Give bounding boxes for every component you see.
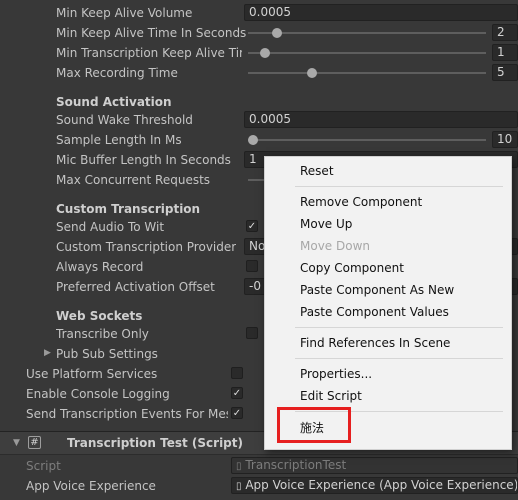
menu-item-find-references[interactable]: Find References In Scene [300,336,450,350]
row-min-transcription-keep-alive: Min Transcription Keep Alive Time 1 [0,43,518,63]
menu-item-edit-script[interactable]: Edit Script [300,389,362,403]
label-script: Script [26,459,61,473]
menu-separator [295,186,503,187]
label-send-transcription-events: Send Transcription Events For Mess [26,407,228,421]
header-web-sockets: Web Sockets [56,309,143,323]
section-sound-activation: Sound Activation [0,92,518,112]
row-sound-wake-threshold: Sound Wake Threshold 0.0005 [0,110,518,130]
header-custom-transcription: Custom Transcription [56,202,201,216]
slider-track [248,32,486,34]
row-max-recording-time: Max Recording Time 5 [0,63,518,83]
label-enable-console-logging: Enable Console Logging [26,387,170,401]
sound-wake-threshold-field[interactable]: 0.0005 [244,111,518,128]
slider-track [248,139,486,141]
label-min-keep-alive-time: Min Keep Alive Time In Seconds [56,26,247,40]
script-file-icon: ▯ [236,461,242,472]
row-script: Script ▯ TranscriptionTest [0,456,518,476]
label-transcribe-only: Transcribe Only [56,327,149,341]
slider-track [248,72,486,74]
always-record-checkbox[interactable] [246,260,258,272]
app-voice-experience-value: App Voice Experience (App Voice Experien… [245,478,518,492]
script-icon: # [28,436,41,449]
row-sample-length: Sample Length In Ms 10 [0,130,518,150]
sample-length-field[interactable]: 10 [492,131,518,148]
label-sample-length: Sample Length In Ms [56,133,182,147]
slider-thumb[interactable] [247,135,258,145]
label-custom-transcription-provider: Custom Transcription Provider [56,240,237,254]
slider-thumb[interactable] [307,68,318,78]
label-always-record: Always Record [56,260,144,274]
min-keep-alive-volume-field[interactable]: 0.0005 [244,4,518,21]
row-min-keep-alive-time: Min Keep Alive Time In Seconds 2 [0,23,518,43]
label-max-concurrent-requests: Max Concurrent Requests [56,173,211,187]
label-use-platform-services: Use Platform Services [26,367,158,381]
foldout-arrow-icon[interactable]: ▶ [44,348,51,358]
menu-separator [295,327,503,328]
script-field: ▯ TranscriptionTest [231,457,518,474]
row-min-keep-alive-volume: Min Keep Alive Volume 0.0005 [0,3,518,23]
red-highlight-box [277,407,351,443]
menu-separator [295,358,503,359]
label-app-voice-experience: App Voice Experience [26,479,156,493]
label-send-audio-to-wit: Send Audio To Wit [56,220,165,234]
enable-console-logging-checkbox[interactable]: ✓ [231,387,243,399]
label-min-transcription-keep-alive: Min Transcription Keep Alive Time [56,46,242,60]
slider-thumb[interactable] [259,48,270,58]
menu-item-properties[interactable]: Properties... [300,367,372,381]
label-sound-wake-threshold: Sound Wake Threshold [56,113,193,127]
use-platform-services-checkbox[interactable] [231,367,243,379]
send-audio-to-wit-checkbox[interactable]: ✓ [246,220,258,232]
foldout-down-icon[interactable]: ▼ [13,438,20,448]
menu-item-reset[interactable]: Reset [300,164,334,178]
label-preferred-activation-offset: Preferred Activation Offset [56,280,215,294]
menu-item-paste-as-new[interactable]: Paste Component As New [300,283,454,297]
menu-item-paste-values[interactable]: Paste Component Values [300,305,449,319]
menu-item-move-up[interactable]: Move Up [300,217,352,231]
object-icon: ▯ [236,481,242,492]
min-transcription-keep-alive-field[interactable]: 1 [492,44,518,61]
min-keep-alive-time-field[interactable]: 2 [492,24,518,41]
label-max-recording-time: Max Recording Time [56,66,178,80]
context-menu: Reset Remove Component Move Up Move Down… [264,156,512,450]
slider-thumb[interactable] [271,28,282,38]
menu-item-remove-component[interactable]: Remove Component [300,195,422,209]
component-title: Transcription Test (Script) [67,436,243,450]
header-sound-activation: Sound Activation [56,95,172,109]
row-app-voice-experience: App Voice Experience ▯ App Voice Experie… [0,476,518,496]
transcribe-only-checkbox[interactable] [246,327,258,339]
label-min-keep-alive-volume: Min Keep Alive Volume [56,6,193,20]
label-mic-buffer-length: Mic Buffer Length In Seconds [56,153,231,167]
label-pub-sub-settings: Pub Sub Settings [56,347,158,361]
menu-item-copy-component[interactable]: Copy Component [300,261,404,275]
max-recording-time-field[interactable]: 5 [492,64,518,81]
slider-track [248,52,486,54]
app-voice-experience-field[interactable]: ▯ App Voice Experience (App Voice Experi… [231,477,518,494]
menu-item-move-down: Move Down [300,239,370,253]
send-transcription-events-checkbox[interactable]: ✓ [231,407,243,419]
script-value: TranscriptionTest [245,458,347,472]
